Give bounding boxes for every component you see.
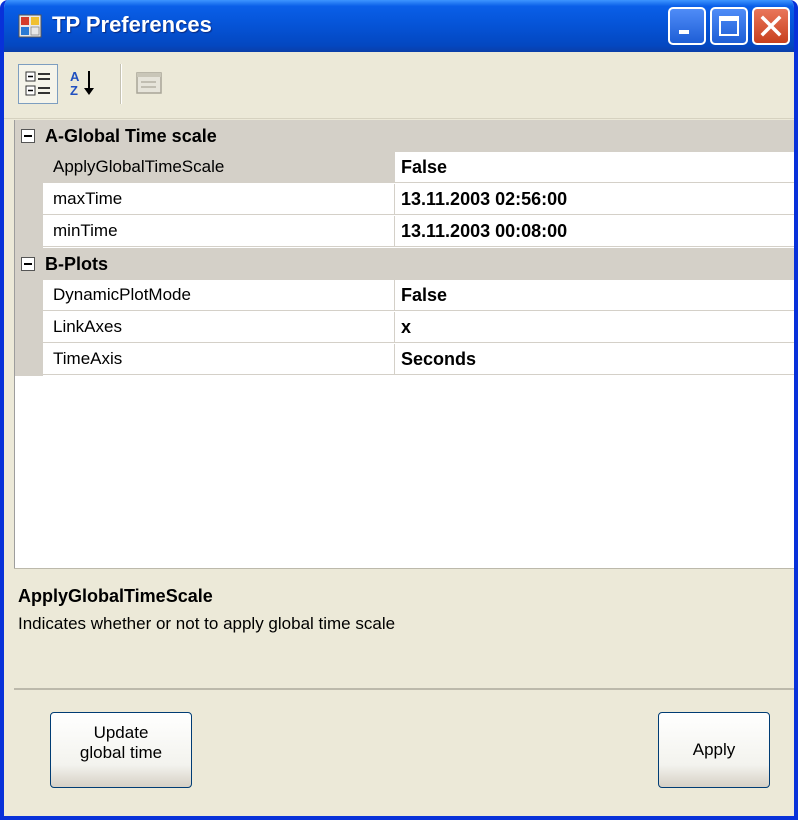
property-value[interactable]: 13.11.2003 00:08:00 [395,216,794,247]
collapse-icon[interactable] [21,257,35,271]
category-a-global-time-scale[interactable]: A-Global Time scale [15,120,794,152]
alphabetical-button[interactable]: A Z [64,64,104,104]
categorized-icon [25,71,50,96]
category-label: A-Global Time scale [45,126,217,146]
property-name[interactable]: minTime [43,216,395,247]
title-bar[interactable]: TP Preferences [4,0,794,52]
property-row-applyglobaltimescale[interactable]: ApplyGlobalTimeScale False [15,152,794,184]
preferences-window: TP Preferences A Z A-Global Time scale A… [0,0,798,820]
help-pane: ApplyGlobalTimeScale Indicates whether o… [14,574,794,690]
property-value[interactable]: x [395,312,794,343]
property-name[interactable]: LinkAxes [43,312,395,343]
minimize-button[interactable] [668,7,706,45]
property-pages-button[interactable] [130,64,170,104]
update-button-label-line1: Update [93,723,149,742]
alphabetical-icon: A Z [70,69,94,98]
category-b-plots[interactable]: B-Plots [15,248,794,280]
categorized-button[interactable] [18,64,58,104]
toolbar-separator [120,64,122,104]
maximize-button[interactable] [710,7,748,45]
property-row-maxtime[interactable]: maxTime 13.11.2003 02:56:00 [15,184,794,216]
help-title: ApplyGlobalTimeScale [18,586,213,606]
property-row-linkaxes[interactable]: LinkAxes x [15,312,794,344]
app-icon [18,14,42,38]
category-label: B-Plots [45,254,108,274]
property-value[interactable]: False [395,280,794,311]
property-name[interactable]: ApplyGlobalTimeScale [43,152,395,183]
update-button-label-line2: global time [79,743,163,762]
property-value[interactable]: Seconds [395,344,794,375]
collapse-icon[interactable] [21,129,35,143]
property-pages-icon [136,72,162,94]
apply-button[interactable]: Apply [658,712,770,788]
svg-text:A: A [70,69,80,84]
window-title: TP Preferences [52,12,212,37]
minimize-icon [679,30,689,34]
property-value[interactable]: 13.11.2003 02:56:00 [395,184,794,215]
close-icon [760,15,782,37]
property-name[interactable]: TimeAxis [43,344,395,375]
svg-text:Z: Z [70,83,78,98]
property-row-timeaxis[interactable]: TimeAxis Seconds [15,344,794,376]
property-row-mintime[interactable]: minTime 13.11.2003 00:08:00 [15,216,794,248]
maximize-icon [719,16,739,36]
property-grid: A-Global Time scale ApplyGlobalTimeScale… [14,120,794,568]
property-name[interactable]: maxTime [43,184,395,215]
toolbar: A Z [4,52,794,119]
help-description: Indicates whether or not to apply global… [18,614,396,633]
property-value[interactable]: False [395,152,794,183]
update-global-time-button[interactable]: Update global time [50,712,192,788]
close-button[interactable] [752,7,790,45]
property-name[interactable]: DynamicPlotMode [43,280,395,311]
property-row-dynamicplotmode[interactable]: DynamicPlotMode False [15,280,794,312]
